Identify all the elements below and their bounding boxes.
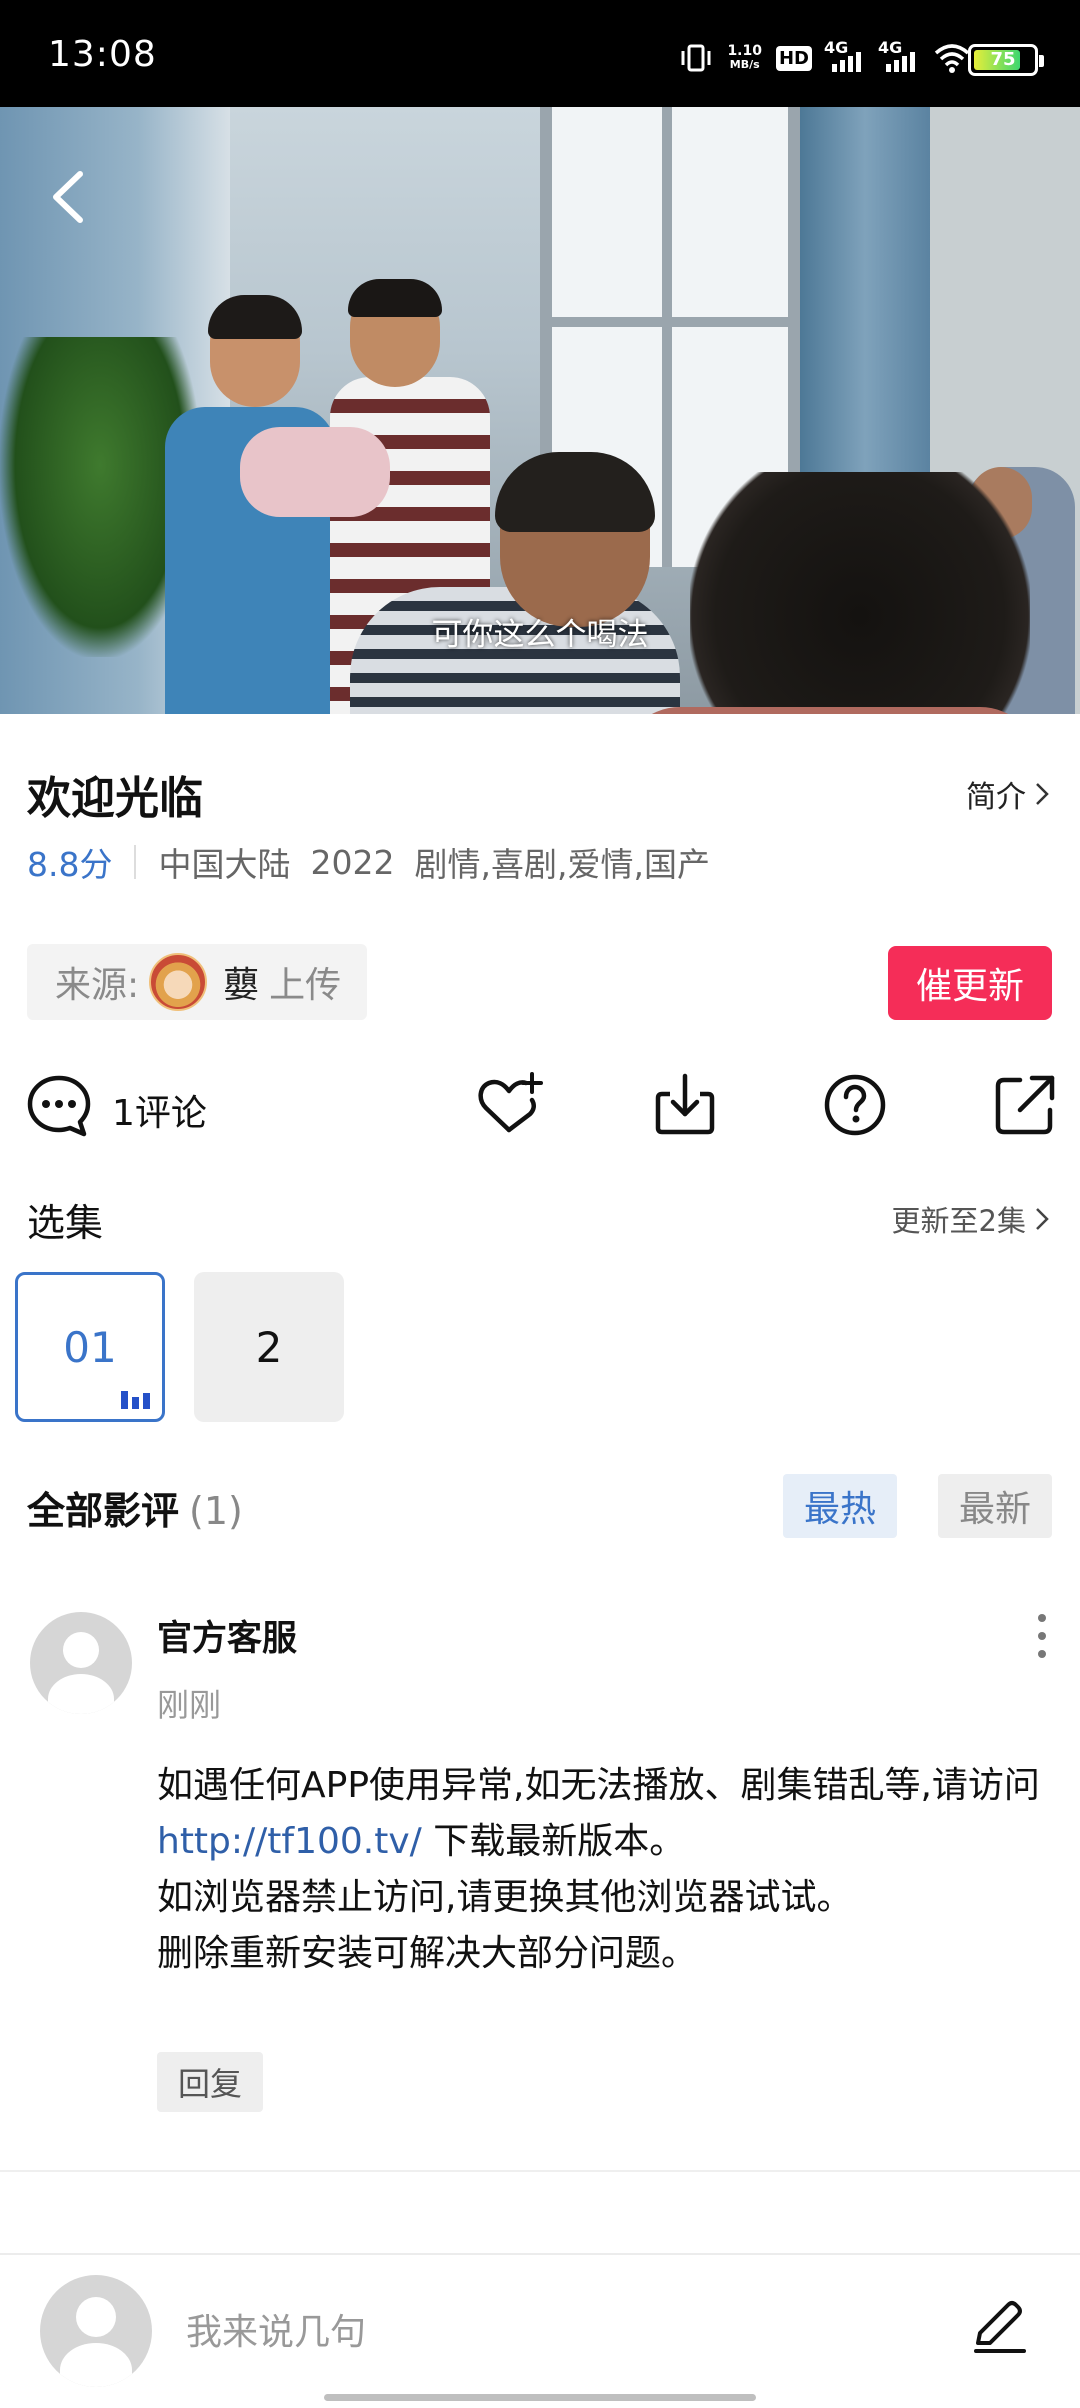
comment-input-bar: 我来说几句 bbox=[0, 2253, 1080, 2408]
signal-sim2-icon: 4G bbox=[878, 38, 920, 72]
divider bbox=[0, 2170, 1080, 2172]
comment-line-4: 删除重新安装可解决大部分问题。 bbox=[157, 1933, 698, 1974]
playing-bars-icon bbox=[121, 1391, 150, 1409]
back-arrow-icon[interactable] bbox=[44, 162, 92, 232]
urge-update-button[interactable]: 催更新 bbox=[888, 946, 1052, 1020]
vibrate-icon bbox=[681, 44, 711, 72]
show-meta: 8.8分 中国大陆 2022 剧情,喜剧,爱情,国产 bbox=[27, 838, 730, 886]
status-bar: 13:08 1.10 MB/s HD 4G 4G 75 bbox=[0, 0, 1080, 107]
comment-line-2: http://tf100.tv/ 下载最新版本。 bbox=[157, 1814, 1057, 1870]
battery-level: 75 bbox=[990, 49, 1016, 70]
download-icon[interactable] bbox=[650, 1070, 720, 1140]
episode-button-1[interactable]: 01 bbox=[15, 1272, 165, 1422]
intro-link[interactable]: 简介 bbox=[966, 772, 1050, 816]
show-year: 2022 bbox=[310, 842, 395, 882]
more-options-icon[interactable] bbox=[1034, 1614, 1050, 1658]
status-icons: 1.10 MB/s HD 4G 4G bbox=[679, 38, 970, 78]
favorite-add-icon[interactable] bbox=[474, 1070, 544, 1140]
avatar bbox=[40, 2275, 152, 2387]
episodes-more-link[interactable]: 更新至2集 bbox=[892, 1198, 1050, 1240]
episode-button-2[interactable]: 2 bbox=[194, 1272, 344, 1422]
help-icon[interactable] bbox=[820, 1070, 890, 1140]
episode-label: 01 bbox=[63, 1322, 117, 1372]
sort-hot-button[interactable]: 最热 bbox=[783, 1474, 897, 1538]
comment-author[interactable]: 官方客服 bbox=[157, 1610, 297, 1661]
net-speed-value: 1.10 bbox=[727, 43, 762, 59]
sim1-label: 4G bbox=[824, 38, 849, 57]
sort-new-button[interactable]: 最新 bbox=[938, 1474, 1052, 1538]
reviews-title: 全部影评 (1) bbox=[27, 1480, 243, 1535]
video-player[interactable]: 可你这么个喝法 bbox=[0, 107, 1080, 714]
home-indicator[interactable] bbox=[324, 2394, 756, 2401]
intro-label: 简介 bbox=[966, 780, 1026, 815]
share-icon[interactable] bbox=[990, 1070, 1060, 1140]
comment-line-3: 如浏览器禁止访问,请更换其他浏览器试试。 bbox=[157, 1877, 853, 1918]
comment-time: 刚刚 bbox=[157, 1686, 222, 1724]
comment-line-2-text: 下载最新版本。 bbox=[421, 1821, 686, 1862]
comment-link[interactable]: http://tf100.tv/ bbox=[157, 1821, 422, 1862]
chevron-right-icon bbox=[1036, 783, 1049, 805]
status-time: 13:08 bbox=[48, 34, 157, 75]
reviews-title-label: 全部影评 bbox=[27, 1489, 180, 1533]
comment-count[interactable]: 1评论 bbox=[112, 1084, 207, 1136]
net-speed-unit: MB/s bbox=[729, 58, 760, 71]
upload-action: 上传 bbox=[269, 965, 342, 1006]
action-row: 1评论 bbox=[0, 1070, 1080, 1150]
battery-icon: 75 bbox=[968, 44, 1044, 76]
sim2-label: 4G bbox=[878, 38, 903, 57]
show-genres: 剧情,喜剧,爱情,国产 bbox=[414, 845, 710, 884]
video-subtitle: 可你这么个喝法 bbox=[431, 617, 649, 653]
uploader-avatar bbox=[149, 953, 208, 1011]
reviews-count: (1) bbox=[189, 1489, 243, 1533]
chevron-right-icon bbox=[1036, 1208, 1049, 1230]
episodes-title: 选集 bbox=[27, 1201, 104, 1245]
show-score: 8.8分 bbox=[27, 845, 113, 884]
comment-icon[interactable] bbox=[24, 1070, 94, 1140]
reply-button[interactable]: 回复 bbox=[157, 2052, 263, 2112]
uploader-name: 蘡 bbox=[223, 965, 260, 1006]
source-uploader[interactable]: 来源: 蘡 上传 bbox=[27, 944, 368, 1020]
meta-divider bbox=[134, 845, 137, 879]
wifi-icon bbox=[934, 44, 970, 73]
show-region: 中国大陆 bbox=[158, 845, 291, 884]
net-speed: 1.10 MB/s bbox=[727, 44, 762, 72]
edit-pencil-icon[interactable] bbox=[968, 2295, 1028, 2355]
signal-sim1-icon: 4G bbox=[824, 38, 866, 72]
episode-label: 2 bbox=[255, 1322, 283, 1372]
source-label: 来源: bbox=[55, 965, 140, 1006]
comment-body: 如遇任何APP使用异常,如无法播放、剧集错乱等,请访问 http://tf100… bbox=[157, 1758, 1057, 1982]
show-title: 欢迎光临 bbox=[27, 773, 203, 824]
comment-line-1: 如遇任何APP使用异常,如无法播放、剧集错乱等,请访问 bbox=[157, 1765, 1040, 1806]
episodes-more-label: 更新至2集 bbox=[891, 1204, 1026, 1238]
comment-input[interactable]: 我来说几句 bbox=[186, 2303, 366, 2355]
hd-icon: HD bbox=[775, 45, 812, 71]
avatar[interactable] bbox=[30, 1612, 132, 1714]
